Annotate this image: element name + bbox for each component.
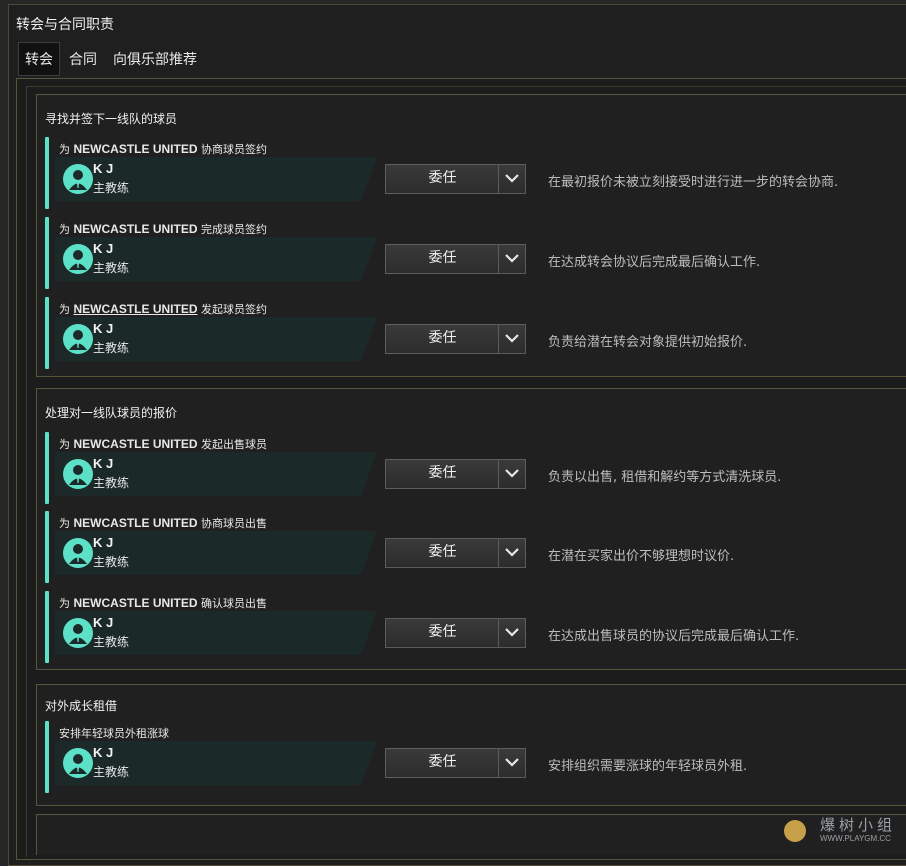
section-next-partial: [36, 814, 906, 855]
watermark: 爆树小组 WWW.PLAYGM.CC: [780, 812, 906, 848]
club-name: NEWCASTLE UNITED: [73, 437, 198, 451]
responsibility-row: 为 NEWCASTLE UNITED 协商球员签约 K J 主教练 委任 在最初…: [45, 137, 905, 211]
row-description: 在潜在买家出价不够理想时议价.: [548, 549, 735, 564]
staff-role: 主教练: [93, 341, 130, 355]
staff-card[interactable]: K J 主教练: [55, 611, 377, 655]
row-label: 为 NEWCASTLE UNITED 发起球员签约: [59, 302, 267, 316]
staff-name: K J: [93, 456, 114, 471]
row-label: 为 NEWCASTLE UNITED 确认球员出售: [59, 596, 267, 610]
staff-role: 主教练: [93, 261, 130, 275]
staff-role: 主教练: [93, 555, 130, 569]
staff-role: 主教练: [93, 635, 130, 649]
staff-avatar-icon: [63, 748, 93, 778]
row-accent-bar: [45, 137, 49, 209]
chevron-down-icon[interactable]: [498, 538, 526, 568]
staff-role: 主教练: [93, 765, 130, 779]
row-accent-bar: [45, 217, 49, 289]
club-name: NEWCASTLE UNITED: [73, 596, 198, 610]
chevron-down-icon[interactable]: [498, 459, 526, 489]
staff-avatar-icon: [63, 618, 93, 648]
watermark-url: WWW.PLAYGM.CC: [820, 834, 891, 843]
staff-avatar-icon: [63, 324, 93, 354]
staff-role: 主教练: [93, 476, 130, 490]
section-development-loans: 对外成长租借 安排年轻球员外租涨球 K J 主教练 委任 安排组织需要涨球的年轻…: [36, 684, 906, 806]
staff-name: K J: [93, 161, 114, 176]
responsibility-row: 为 NEWCASTLE UNITED 确认球员出售 K J 主教练 委任 在达成…: [45, 591, 905, 665]
staff-name: K J: [93, 745, 114, 760]
assign-dropdown[interactable]: 委任: [385, 538, 500, 568]
row-description: 负责给潜在转会对象提供初始报价.: [548, 335, 748, 350]
responsibility-row: 为 NEWCASTLE UNITED 发起出售球员 K J 主教练 委任 负责以…: [45, 432, 905, 506]
tab-transfers[interactable]: 转会: [18, 42, 60, 76]
row-label: 为 NEWCASTLE UNITED 完成球员签约: [59, 222, 267, 236]
tab-contracts[interactable]: 合同: [62, 42, 104, 76]
row-label: 为 NEWCASTLE UNITED 协商球员签约: [59, 142, 267, 156]
chevron-down-icon[interactable]: [498, 748, 526, 778]
staff-card[interactable]: K J 主教练: [55, 741, 377, 785]
section-title: 寻找并签下一线队的球员: [45, 112, 178, 126]
responsibility-row: 为 NEWCASTLE UNITED 协商球员出售 K J 主教练 委任 在潜在…: [45, 511, 905, 585]
assign-dropdown[interactable]: 委任: [385, 164, 500, 194]
row-description: 在达成转会协议后完成最后确认工作.: [548, 255, 761, 270]
staff-card[interactable]: K J 主教练: [55, 317, 377, 361]
assign-dropdown[interactable]: 委任: [385, 748, 500, 778]
staff-card[interactable]: K J 主教练: [55, 452, 377, 496]
section-offers-first-team: 处理对一线队球员的报价 为 NEWCASTLE UNITED 发起出售球员 K …: [36, 388, 906, 670]
row-description: 负责以出售, 租借和解约等方式清洗球员.: [548, 470, 782, 485]
row-description: 在达成出售球员的协议后完成最后确认工作.: [548, 629, 800, 644]
section-title: 对外成长租借: [45, 699, 118, 713]
staff-role: 主教练: [93, 181, 130, 195]
assign-dropdown[interactable]: 委任: [385, 459, 500, 489]
staff-card[interactable]: K J 主教练: [55, 237, 377, 281]
row-accent-bar: [45, 297, 49, 369]
window-title: 转会与合同职责: [16, 17, 114, 33]
row-description: 在最初报价未被立刻接受时进行进一步的转会协商.: [548, 175, 839, 190]
club-name: NEWCASTLE UNITED: [73, 222, 198, 236]
responsibility-row: 安排年轻球员外租涨球 K J 主教练 委任 安排组织需要涨球的年轻球员外租.: [45, 721, 905, 795]
responsibility-row: 为 NEWCASTLE UNITED 发起球员签约 K J 主教练 委任 负责给…: [45, 297, 905, 371]
assign-dropdown[interactable]: 委任: [385, 244, 500, 274]
staff-name: K J: [93, 535, 114, 550]
staff-name: K J: [93, 321, 114, 336]
row-label: 为 NEWCASTLE UNITED 发起出售球员: [59, 437, 267, 451]
chevron-down-icon[interactable]: [498, 244, 526, 274]
row-accent-bar: [45, 591, 49, 663]
staff-card[interactable]: K J 主教练: [55, 157, 377, 201]
watermark-text: 爆树小组: [820, 816, 897, 834]
chevron-down-icon[interactable]: [498, 324, 526, 354]
staff-avatar-icon: [63, 459, 93, 489]
staff-avatar-icon: [63, 538, 93, 568]
responsibility-row: 为 NEWCASTLE UNITED 完成球员签约 K J 主教练 委任 在达成…: [45, 217, 905, 291]
section-title: 处理对一线队球员的报价: [45, 406, 178, 420]
staff-avatar-icon: [63, 164, 93, 194]
tab-club-recommendations[interactable]: 向俱乐部推荐: [106, 42, 204, 76]
row-label: 为 NEWCASTLE UNITED 协商球员出售: [59, 516, 267, 530]
assign-dropdown[interactable]: 委任: [385, 324, 500, 354]
club-name: NEWCASTLE UNITED: [73, 516, 198, 530]
staff-name: K J: [93, 615, 114, 630]
chevron-down-icon[interactable]: [498, 618, 526, 648]
row-accent-bar: [45, 721, 49, 793]
chevron-down-icon[interactable]: [498, 164, 526, 194]
row-accent-bar: [45, 511, 49, 583]
staff-avatar-icon: [63, 244, 93, 274]
section-sign-first-team: 寻找并签下一线队的球员 为 NEWCASTLE UNITED 协商球员签约 K …: [36, 94, 906, 377]
club-name-link[interactable]: NEWCASTLE UNITED: [74, 302, 198, 316]
club-name: NEWCASTLE UNITED: [73, 142, 198, 156]
staff-card[interactable]: K J 主教练: [55, 531, 377, 575]
watermark-logo-icon: [784, 820, 806, 842]
row-label: 安排年轻球员外租涨球: [59, 727, 169, 740]
row-accent-bar: [45, 432, 49, 504]
tab-bar: 转会 合同 向俱乐部推荐: [18, 42, 204, 76]
row-description: 安排组织需要涨球的年轻球员外租.: [548, 759, 748, 774]
assign-dropdown[interactable]: 委任: [385, 618, 500, 648]
staff-name: K J: [93, 241, 114, 256]
